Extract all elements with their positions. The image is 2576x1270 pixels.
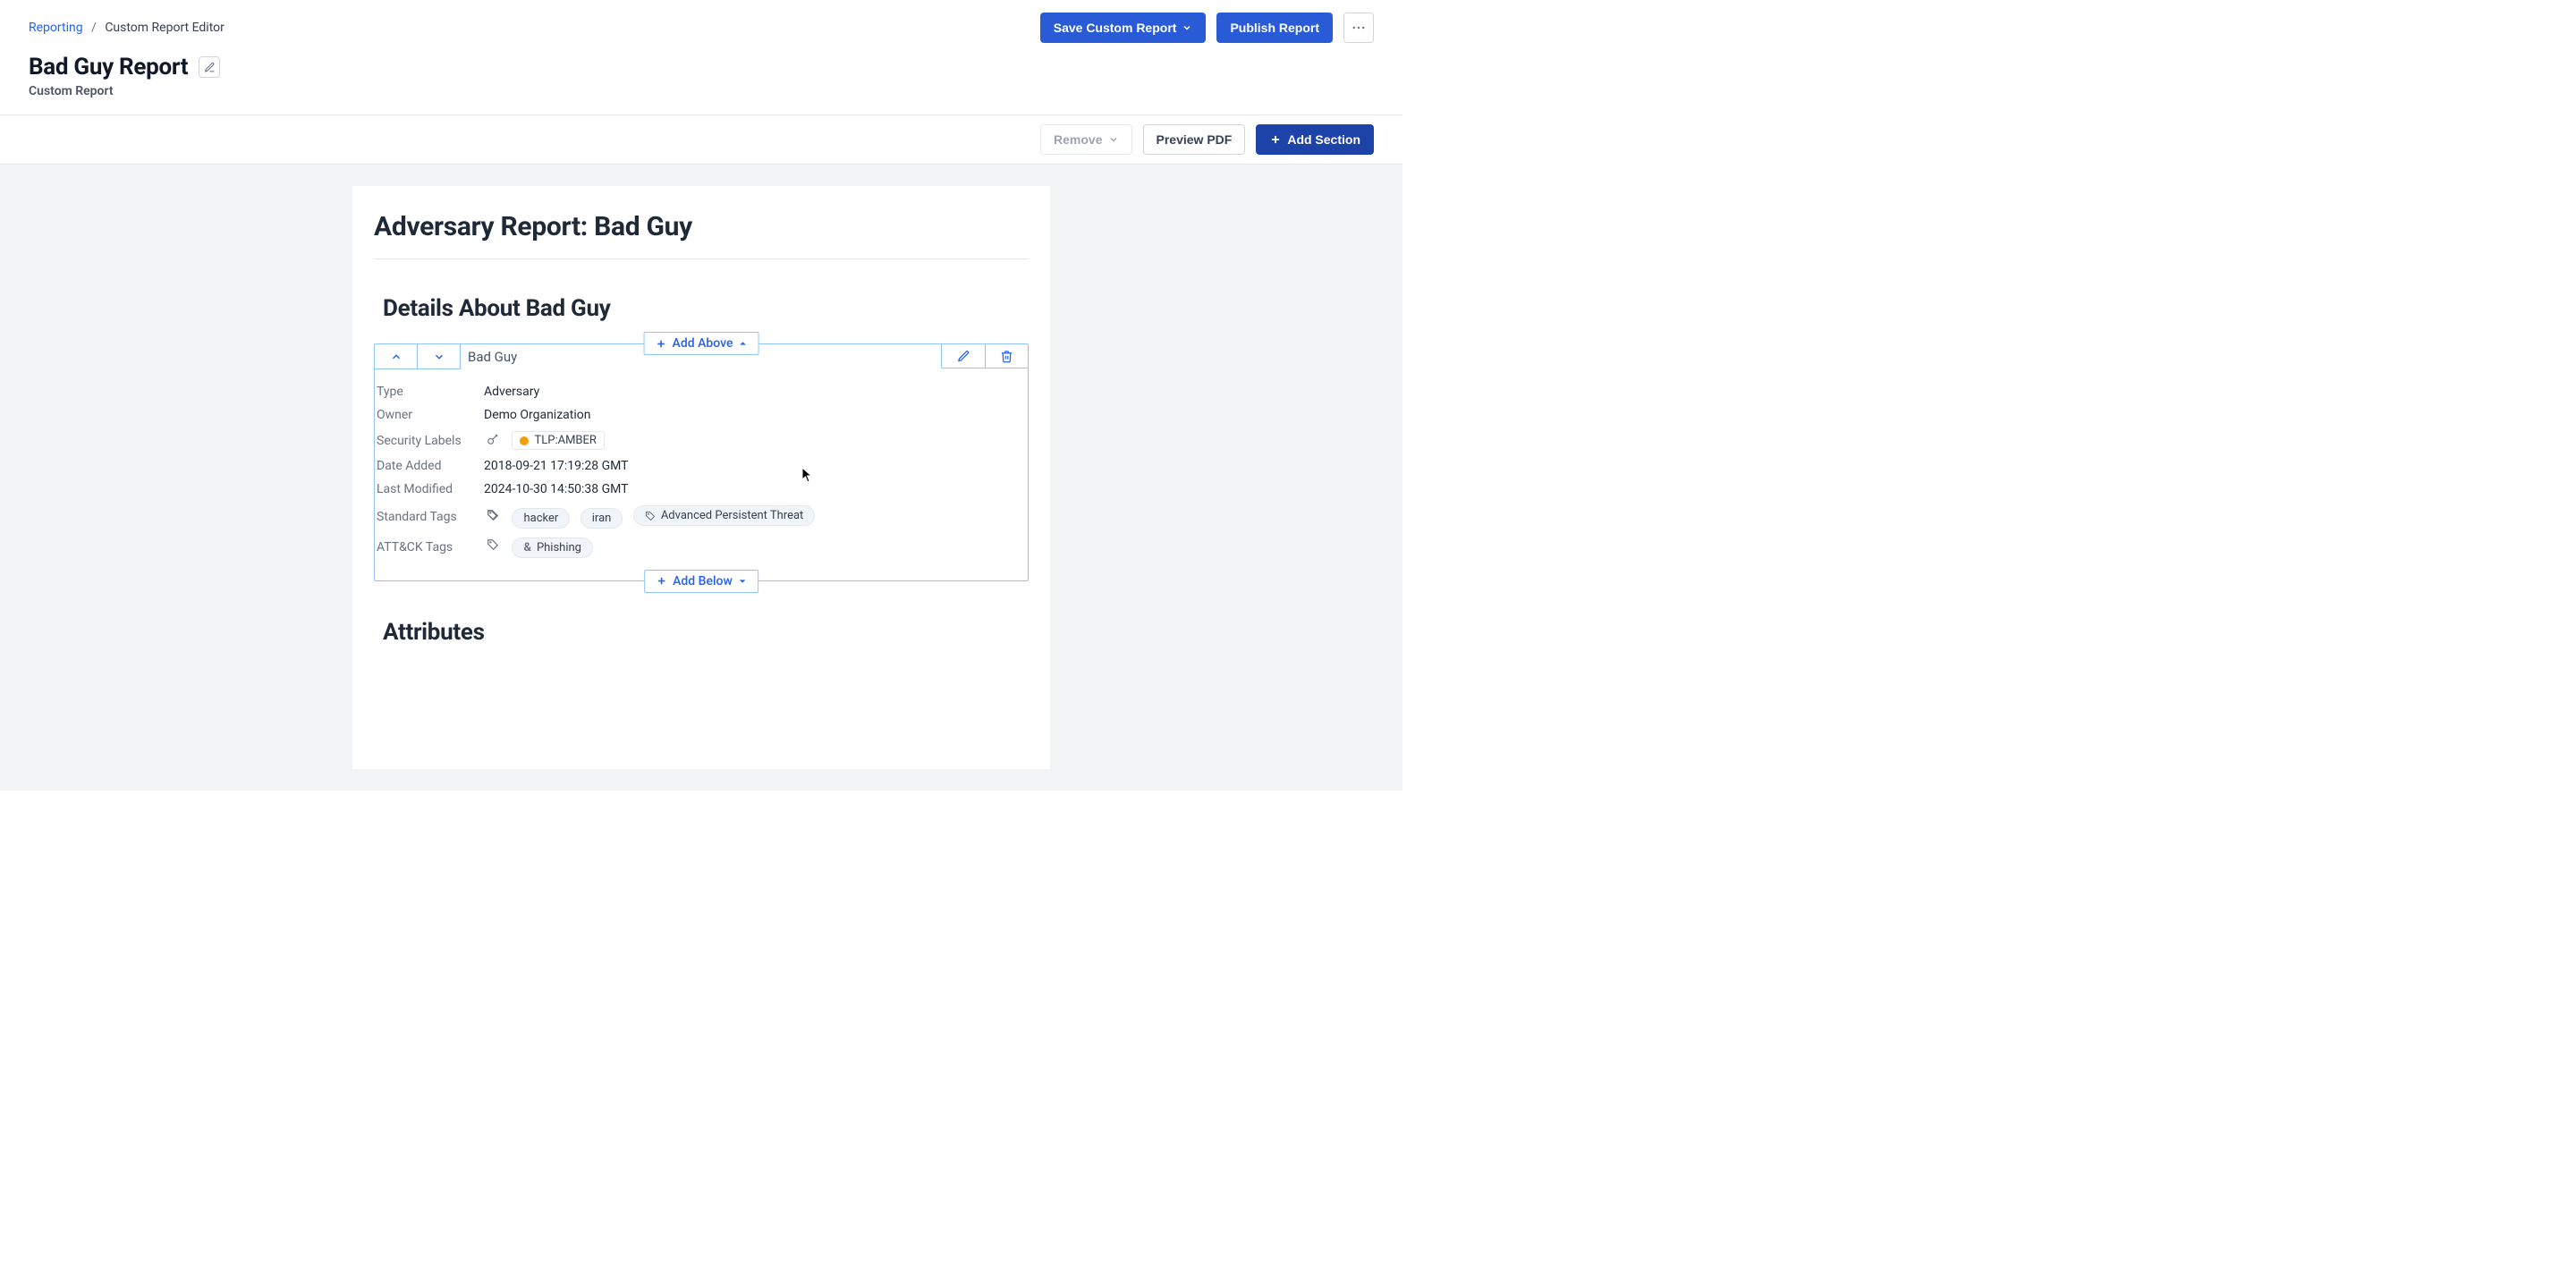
- more-actions-button[interactable]: [1343, 13, 1374, 43]
- breadcrumb-current: Custom Report Editor: [105, 21, 225, 35]
- field-value: Adversary: [484, 385, 539, 399]
- tag-special-icon: [645, 511, 656, 521]
- move-up-button[interactable]: [375, 344, 418, 369]
- tag-text: Phishing: [537, 541, 581, 555]
- field-value: Demo Organization: [484, 408, 590, 422]
- pencil-icon: [204, 62, 216, 73]
- field-value: hacker iran Advanced Persistent Threat: [484, 505, 822, 529]
- tlp-chip: TLP:AMBER: [512, 431, 604, 450]
- caret-down-icon: [738, 577, 747, 586]
- card-fields: Type Adversary Owner Demo Organization S…: [375, 369, 1028, 580]
- field-attack-tags: ATT&CK Tags & Phishing: [375, 533, 1028, 563]
- field-last-modified: Last Modified 2024-10-30 14:50:38 GMT: [375, 478, 1028, 501]
- field-label: ATT&CK Tags: [377, 540, 484, 555]
- field-security-labels: Security Labels TLP:AMBER: [375, 427, 1028, 454]
- add-below-label: Add Below: [673, 574, 733, 588]
- field-label: Type: [377, 385, 484, 399]
- pencil-icon: [957, 350, 970, 363]
- chevron-up-icon: [390, 351, 402, 363]
- breadcrumb: Reporting / Custom Report Editor: [29, 21, 225, 35]
- section-title: Details About Bad Guy: [374, 295, 1029, 322]
- adversary-card: Add Above Bad Guy: [374, 343, 1029, 581]
- amber-dot-icon: [520, 436, 529, 445]
- add-section-button[interactable]: Add Section: [1256, 124, 1374, 155]
- preview-pdf-button[interactable]: Preview PDF: [1143, 124, 1246, 155]
- tag-chip: iran: [580, 508, 623, 529]
- add-section-label: Add Section: [1287, 132, 1360, 147]
- card-actions: [941, 343, 1029, 368]
- field-value: TLP:AMBER: [484, 431, 605, 450]
- tag-icon: [484, 538, 502, 551]
- plus-icon: [1269, 133, 1282, 146]
- field-value: 2018-09-21 17:19:28 GMT: [484, 459, 629, 473]
- publish-button-label: Publish Report: [1230, 21, 1319, 35]
- chevron-down-icon: [1182, 22, 1192, 33]
- field-type: Type Adversary: [375, 380, 1028, 403]
- field-value: & Phishing: [484, 538, 600, 558]
- plus-icon: [656, 338, 667, 350]
- report-page: Adversary Report: Bad Guy Details About …: [352, 186, 1050, 769]
- field-owner: Owner Demo Organization: [375, 403, 1028, 427]
- report-title: Adversary Report: Bad Guy: [374, 211, 1029, 259]
- edit-card-button[interactable]: [942, 344, 985, 368]
- caret-up-icon: [738, 339, 747, 348]
- field-label: Last Modified: [377, 482, 484, 496]
- breadcrumb-separator: /: [91, 21, 97, 35]
- tag-text: iran: [592, 512, 612, 525]
- breadcrumb-root-link[interactable]: Reporting: [29, 21, 83, 35]
- link-icon: [484, 433, 502, 445]
- field-label: Security Labels: [377, 434, 484, 448]
- tag-text: Advanced Persistent Threat: [661, 509, 804, 522]
- add-above-button[interactable]: Add Above: [644, 332, 759, 355]
- add-above-label: Add Above: [673, 336, 733, 351]
- save-custom-report-button[interactable]: Save Custom Report: [1040, 13, 1207, 43]
- edit-title-button[interactable]: [199, 56, 220, 78]
- ellipsis-icon: [1351, 20, 1367, 36]
- add-below-button[interactable]: Add Below: [644, 570, 758, 593]
- preview-pdf-label: Preview PDF: [1157, 132, 1233, 147]
- chevron-down-icon: [433, 351, 445, 363]
- field-label: Owner: [377, 408, 484, 422]
- remove-button-label: Remove: [1054, 132, 1102, 147]
- page-header: Reporting / Custom Report Editor Save Cu…: [0, 0, 1402, 115]
- section-toolbar: Remove Preview PDF Add Section: [0, 115, 1402, 165]
- chevron-down-icon: [1108, 134, 1119, 145]
- delete-card-button[interactable]: [985, 344, 1028, 368]
- plus-icon: [656, 575, 667, 587]
- field-standard-tags: Standard Tags hacker iran Advanced Persi…: [375, 501, 1028, 533]
- tag-icon: [484, 509, 502, 521]
- tlp-label: TLP:AMBER: [534, 434, 596, 447]
- move-down-button[interactable]: [418, 344, 461, 369]
- page-title: Bad Guy Report: [29, 54, 188, 80]
- workspace: Adversary Report: Bad Guy Details About …: [0, 165, 1402, 791]
- ampersand-icon: &: [523, 541, 530, 555]
- trash-icon: [1000, 350, 1013, 363]
- remove-button[interactable]: Remove: [1040, 124, 1131, 155]
- tag-chip: & Phishing: [512, 538, 593, 558]
- publish-report-button[interactable]: Publish Report: [1216, 13, 1333, 43]
- tag-chip: Advanced Persistent Threat: [633, 505, 816, 526]
- field-value: 2024-10-30 14:50:38 GMT: [484, 482, 629, 496]
- tag-chip: hacker: [512, 508, 570, 529]
- tag-text: hacker: [523, 512, 558, 525]
- field-label: Date Added: [377, 459, 484, 473]
- save-button-label: Save Custom Report: [1054, 21, 1177, 35]
- card-title: Bad Guy: [461, 349, 517, 365]
- page-subtitle: Custom Report: [0, 84, 1402, 114]
- field-date-added: Date Added 2018-09-21 17:19:28 GMT: [375, 454, 1028, 478]
- field-label: Standard Tags: [377, 510, 484, 524]
